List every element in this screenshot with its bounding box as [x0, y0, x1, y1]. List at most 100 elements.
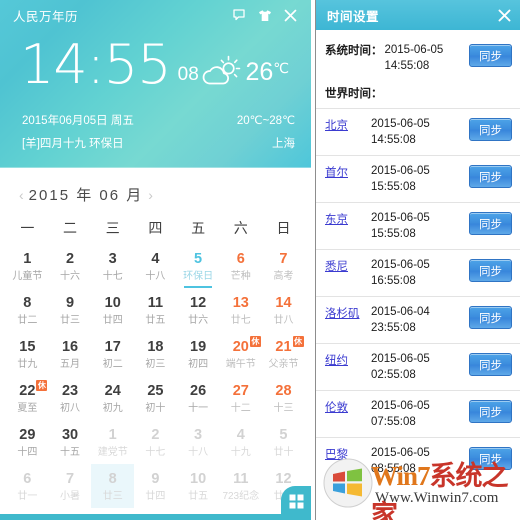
- calendar-day-cell[interactable]: 9 廿三: [49, 288, 92, 332]
- city-name-link[interactable]: 首尔: [325, 163, 371, 180]
- city-name-link[interactable]: 东京: [325, 210, 371, 227]
- calendar-day-cell[interactable]: 17 初二: [91, 332, 134, 376]
- sync-button-city[interactable]: 同步: [469, 212, 512, 235]
- day-number: 18: [147, 339, 164, 355]
- calendar-day-cell[interactable]: 5 环保日: [177, 244, 220, 288]
- calendar-bottom-bar: [0, 514, 311, 520]
- skin-icon[interactable]: [257, 8, 272, 23]
- world-time-section-label: 世界时间：: [316, 80, 520, 108]
- calendar-day-cell[interactable]: 10 廿五: [177, 464, 220, 508]
- system-date: 2015-06-05: [384, 44, 444, 56]
- world-city-row: 伦敦 2015-06-05 07:55:08 同步: [316, 390, 520, 437]
- feedback-icon[interactable]: [231, 8, 246, 23]
- sync-button-city[interactable]: 同步: [469, 306, 512, 329]
- calendar-day-cell[interactable]: 15 廿九: [6, 332, 49, 376]
- sync-button-city[interactable]: 同步: [469, 259, 512, 282]
- calendar-day-cell[interactable]: 19 初四: [177, 332, 220, 376]
- day-number: 12: [275, 471, 292, 487]
- city-datetime: 2015-06-05 02:55:08: [371, 351, 430, 383]
- calendar-week-row: 1 儿童节 2 十六 3 十七 4 十八 5 环保日 6 芒种 7 高考: [6, 244, 305, 288]
- prev-month-button[interactable]: ‹: [14, 188, 29, 202]
- calendar-day-cell[interactable]: 21 休父亲节: [262, 332, 305, 376]
- day-sublabel: 廿九: [17, 359, 38, 370]
- day-number: 28: [275, 383, 292, 399]
- calendar-day-cell[interactable]: 14 廿八: [262, 288, 305, 332]
- calendar-day-cell[interactable]: 23 初八: [49, 376, 92, 420]
- calendar-day-cell[interactable]: 10 廿四: [91, 288, 134, 332]
- day-number: 13: [232, 295, 249, 311]
- weekday-header-0: 一: [20, 220, 35, 236]
- calendar-day-cell[interactable]: 3 十七: [91, 244, 134, 288]
- sync-button-city[interactable]: 同步: [469, 165, 512, 188]
- day-sublabel: 廿三: [102, 491, 123, 502]
- day-number: 30: [61, 427, 79, 443]
- city-name-link[interactable]: 北京: [325, 116, 371, 133]
- day-number: 10: [190, 471, 207, 487]
- calendar-day-cell[interactable]: 2 十七: [134, 420, 177, 464]
- weather-city[interactable]: 上海: [272, 135, 295, 151]
- calendar-day-cell[interactable]: 8 廿三: [91, 464, 135, 508]
- city-date: 2015-06-05: [371, 353, 430, 365]
- calendar-day-cell[interactable]: 1 儿童节: [6, 244, 49, 288]
- calendar-day-cell[interactable]: 12 廿六: [177, 288, 220, 332]
- day-sublabel: 初三: [145, 359, 166, 370]
- calendar-day-cell[interactable]: 1 建党节: [91, 420, 134, 464]
- calendar-day-cell[interactable]: 4 十八: [134, 244, 177, 288]
- calendar-day-cell[interactable]: 27 十二: [219, 376, 262, 420]
- day-sublabel: 十三: [273, 403, 294, 414]
- calendar-day-cell[interactable]: 11 廿五: [134, 288, 177, 332]
- calendar-day-cell[interactable]: 25 初十: [134, 376, 177, 420]
- grid-icon[interactable]: [281, 486, 311, 516]
- world-city-list: 北京 2015-06-05 14:55:08 同步 首尔 2015-06-05 15:55:…: [316, 108, 520, 484]
- calendar-day-cell[interactable]: 30 十五: [49, 420, 92, 464]
- city-datetime: 2015-06-05 08:55:08: [371, 445, 430, 477]
- calendar-day-cell[interactable]: 7 高考: [262, 244, 305, 288]
- calendar-day-cell[interactable]: 29 十四: [6, 420, 49, 464]
- day-sublabel: 初二: [102, 359, 123, 370]
- next-month-button[interactable]: ›: [143, 188, 158, 202]
- calendar-day-cell[interactable]: 26 十一: [177, 376, 220, 420]
- calendar-day-cell[interactable]: 22 休夏至: [6, 376, 49, 420]
- city-name-link[interactable]: 悉尼: [325, 257, 371, 274]
- calendar-day-cell[interactable]: 18 初三: [134, 332, 177, 376]
- city-date: 2015-06-05: [371, 118, 430, 130]
- sync-button-city[interactable]: 同步: [469, 400, 512, 423]
- calendar-day-cell[interactable]: 2 十六: [49, 244, 92, 288]
- day-number: 21 休: [275, 336, 304, 355]
- city-name-link[interactable]: 洛杉矶: [325, 304, 371, 321]
- calendar-day-cell[interactable]: 11 723纪念: [219, 464, 262, 508]
- day-sublabel: 廿五: [145, 315, 166, 326]
- sync-button-system[interactable]: 同步: [469, 44, 512, 67]
- city-name-link[interactable]: 伦敦: [325, 398, 371, 415]
- calendar-day-cell[interactable]: 13 廿七: [219, 288, 262, 332]
- calendar-day-cell[interactable]: 9 廿四: [134, 464, 177, 508]
- city-name-link[interactable]: 纽约: [325, 351, 371, 368]
- calendar-day-cell[interactable]: 16 五月: [49, 332, 92, 376]
- calendar-week-row: 15 廿九 16 五月 17 初二 18 初三 19 初四 20 休端午节 21 休父亲节: [6, 332, 305, 376]
- calendar-day-cell[interactable]: 3 十八: [177, 420, 220, 464]
- calendar-day-cell[interactable]: 20 休端午节: [219, 332, 262, 376]
- calendar-day-cell[interactable]: 7 小暑: [49, 464, 92, 508]
- calendar-day-cell[interactable]: 6 廿一: [6, 464, 49, 508]
- calendar-day-cell[interactable]: 6 芒种: [219, 244, 262, 288]
- city-clock: 23:55:08: [371, 322, 416, 334]
- calendar-day-cell[interactable]: 28 十三: [262, 376, 305, 420]
- header-lunar: [羊]四月十九 环保日: [22, 138, 124, 150]
- header-lunar-row: [羊]四月十九 环保日 上海: [0, 128, 311, 151]
- calendar-day-cell[interactable]: 5 廿十: [262, 420, 305, 464]
- calendar-day-cell[interactable]: 4 十九: [219, 420, 262, 464]
- app-title: 人民万年历: [13, 9, 79, 24]
- day-sublabel: 廿八: [273, 315, 294, 326]
- sync-button-city[interactable]: 同步: [469, 118, 512, 141]
- city-name-link[interactable]: 巴黎: [325, 445, 371, 462]
- weather-box[interactable]: 26℃: [200, 54, 295, 90]
- sync-button-city[interactable]: 同步: [469, 447, 512, 470]
- time-settings-window: 时间设置 系统时间： 2015-06-05 14:55:08 同步 世界时间： …: [315, 0, 520, 520]
- day-number: 4: [236, 427, 245, 443]
- calendar-day-cell[interactable]: 24 初九: [91, 376, 134, 420]
- calendar-day-cell[interactable]: 8 廿二: [6, 288, 49, 332]
- close-icon[interactable]: [283, 8, 298, 23]
- sync-button-city[interactable]: 同步: [469, 353, 512, 376]
- day-sublabel: 廿十: [273, 447, 294, 458]
- close-icon[interactable]: [496, 7, 512, 23]
